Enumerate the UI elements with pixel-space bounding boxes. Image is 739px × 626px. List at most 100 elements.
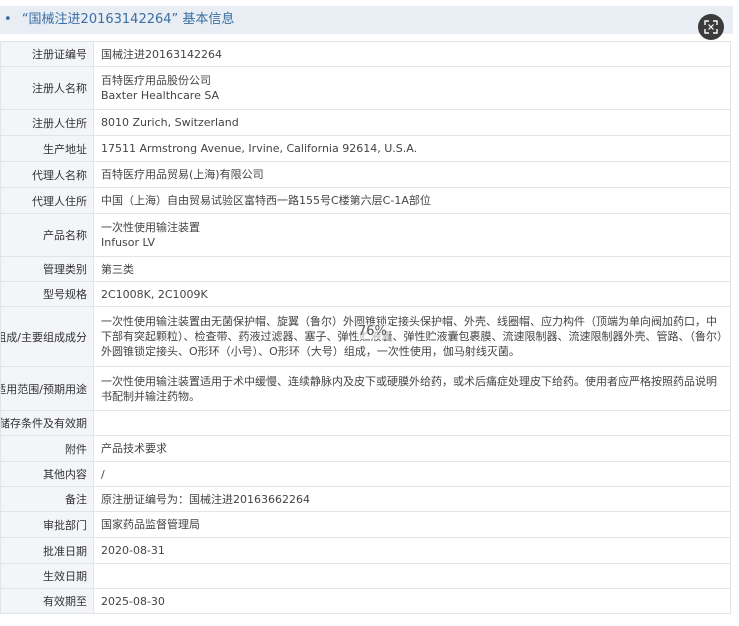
row-label: 代理人住所 [32, 194, 87, 208]
row-label: 注册人住所 [32, 116, 87, 130]
row-label: 注册人名称 [32, 82, 87, 95]
row-value-cell: 2C1008K, 2C1009K [93, 281, 731, 307]
row-label: 结构及组成/主要组成成分 [2, 330, 88, 344]
table-row: 附件 产品技术要求 [0, 435, 731, 462]
page-title: “国械注进20163142264” 基本信息 [21, 12, 235, 27]
row-value-cell: 一次性使用输注装置适用于术中缓慢、连续静脉内及皮下或硬膜外给药，或术后痛症处理皮… [93, 366, 731, 411]
row-label-cell: 代理人住所 [0, 187, 94, 214]
row-label-cell: 注册人名称 [0, 66, 94, 110]
table-row: 产品储存条件及有效期 [0, 410, 731, 436]
row-label-cell: 生效日期 [0, 563, 94, 589]
row-value: 一次性使用输注装置 [101, 221, 200, 234]
row-value: 8010 Zurich, Switzerland [101, 116, 239, 129]
table-row: 审批部门 国家药品监督管理局 [0, 511, 731, 538]
row-value: 中国（上海）自由贸易试验区富特西一路155号C楼第六层C-1A部位 [101, 194, 431, 207]
expand-icon [704, 20, 718, 34]
row-value: 国械注进20163142264 [101, 47, 222, 61]
row-value: 17511 Armstrong Avenue, Irvine, Californ… [101, 142, 418, 155]
row-label-cell: 备注 [0, 486, 94, 512]
row-label-cell: 产品名称 [0, 213, 94, 257]
table-row: 其他内容 / [0, 461, 731, 487]
row-value-cell: 产品技术要求 [93, 435, 731, 462]
row-label: 产品储存条件及有效期 [0, 417, 88, 430]
row-label: 型号规格 [43, 288, 87, 301]
table-row: 备注 原注册证编号为：国械注进20163662264 [0, 486, 731, 512]
row-label: 审批部门 [43, 518, 87, 532]
row-label-cell: 型号规格 [0, 281, 94, 307]
table-row: 生产地址 17511 Armstrong Avenue, Irvine, Cali… [0, 135, 731, 162]
table-row: 有效期至 2025-08-30 [0, 588, 731, 614]
row-label-cell: 注册证编号 [0, 41, 94, 67]
row-label-cell: 代理人名称 [0, 161, 94, 188]
row-value: Baxter Healthcare SA [101, 89, 220, 102]
row-value: 一次性使用输注装置适用于术中缓慢、连续静脉内及皮下或硬膜外给药，或术后痛症处理皮… [101, 374, 717, 403]
row-label-cell: 附件 [0, 435, 94, 462]
row-value-cell: 一次性使用输注装置由无菌保护帽、旋翼（鲁尔）外圆锥锁定接头保护帽、外壳、线圈帽、… [93, 306, 731, 367]
table-row: 注册人名称 百特医疗用品股份公司 Baxter Healthcare SA [0, 66, 731, 110]
row-label-cell: 有效期至 [0, 588, 94, 614]
title-bullet: • [4, 12, 12, 27]
row-label-cell: 产品储存条件及有效期 [0, 410, 94, 436]
section-title-bar: • “国械注进20163142264” 基本信息 [0, 6, 733, 34]
row-label-cell: 审批部门 [0, 511, 94, 538]
table-row: 代理人住所 中国（上海）自由贸易试验区富特西一路155号C楼第六层C-1A部位 [0, 187, 731, 214]
row-value-cell [93, 410, 731, 436]
row-label: 备注 [65, 493, 87, 506]
row-label-cell: 适用范围/预期用途 [0, 366, 94, 411]
row-label: 其他内容 [43, 468, 87, 481]
row-value-cell: 2025-08-30 [93, 588, 731, 614]
row-value: 原注册证编号为：国械注进20163662264 [101, 492, 310, 506]
row-value: 百特医疗用品股份公司 [101, 74, 211, 87]
table-row: 批准日期 2020-08-31 [0, 537, 731, 564]
row-label: 生产地址 [43, 142, 87, 156]
table-row: 生效日期 [0, 563, 731, 589]
row-label: 生效日期 [43, 570, 87, 583]
row-value: 2025-08-30 [101, 594, 165, 608]
row-label: 附件 [65, 442, 87, 456]
row-value-cell [93, 563, 731, 589]
row-label-cell: 结构及组成/主要组成成分 [0, 306, 94, 367]
table-row: 产品名称 一次性使用输注装置 Infusor LV [0, 213, 731, 257]
row-value-cell: 17511 Armstrong Avenue, Irvine, Californ… [93, 135, 731, 162]
row-value: / [101, 467, 105, 481]
row-value-cell: 第三类 [93, 256, 731, 282]
row-value: 产品技术要求 [101, 442, 167, 455]
row-value-cell: 2020-08-31 [93, 537, 731, 564]
row-value-cell: 原注册证编号为：国械注进20163662264 [93, 486, 731, 512]
row-value-cell: 一次性使用输注装置 Infusor LV [93, 213, 731, 257]
row-value-cell: / [93, 461, 731, 487]
row-label: 注册证编号 [32, 48, 87, 61]
row-label: 代理人名称 [32, 168, 87, 182]
table-row: 适用范围/预期用途 一次性使用输注装置适用于术中缓慢、连续静脉内及皮下或硬膜外给药… [0, 366, 731, 411]
table-row: 管理类别 第三类 [0, 256, 731, 282]
row-value: 百特医疗用品贸易(上海)有限公司 [101, 168, 264, 181]
table-row: 注册人住所 8010 Zurich, Switzerland [0, 109, 731, 136]
row-value: 2C1008K, 2C1009K [101, 287, 208, 301]
table-row: 注册证编号 国械注进20163142264 [0, 41, 731, 67]
row-label: 产品名称 [43, 229, 87, 242]
zoom-level: 76% [356, 324, 389, 339]
table-row: 代理人名称 百特医疗用品贸易(上海)有限公司 [0, 161, 731, 188]
row-value-cell: 8010 Zurich, Switzerland [93, 109, 731, 136]
row-value: 国家药品监督管理局 [101, 518, 200, 531]
row-value-cell: 国家药品监督管理局 [93, 511, 731, 538]
row-label-cell: 注册人住所 [0, 109, 94, 136]
row-label-cell: 生产地址 [0, 135, 94, 162]
row-value-cell: 百特医疗用品股份公司 Baxter Healthcare SA [93, 66, 731, 110]
row-label-cell: 管理类别 [0, 256, 94, 282]
row-label: 批准日期 [43, 544, 87, 558]
row-value: 一次性使用输注装置由无菌保护帽、旋翼（鲁尔）外圆锥锁定接头保护帽、外壳、线圈帽、… [101, 315, 723, 358]
row-value: 第三类 [101, 262, 134, 276]
row-label: 有效期至 [43, 595, 87, 608]
row-label: 适用范围/预期用途 [0, 382, 88, 396]
table-row: 型号规格 2C1008K, 2C1009K [0, 281, 731, 307]
row-value-cell: 百特医疗用品贸易(上海)有限公司 [93, 161, 731, 188]
row-label-cell: 批准日期 [0, 537, 94, 564]
row-label: 管理类别 [43, 263, 87, 276]
fullscreen-button[interactable] [698, 14, 724, 40]
row-label-cell: 其他内容 [0, 461, 94, 487]
row-value: 2020-08-31 [101, 544, 165, 557]
row-value-cell: 国械注进20163142264 [93, 41, 731, 67]
row-value: Infusor LV [101, 236, 155, 249]
row-value-cell: 中国（上海）自由贸易试验区富特西一路155号C楼第六层C-1A部位 [93, 187, 731, 214]
